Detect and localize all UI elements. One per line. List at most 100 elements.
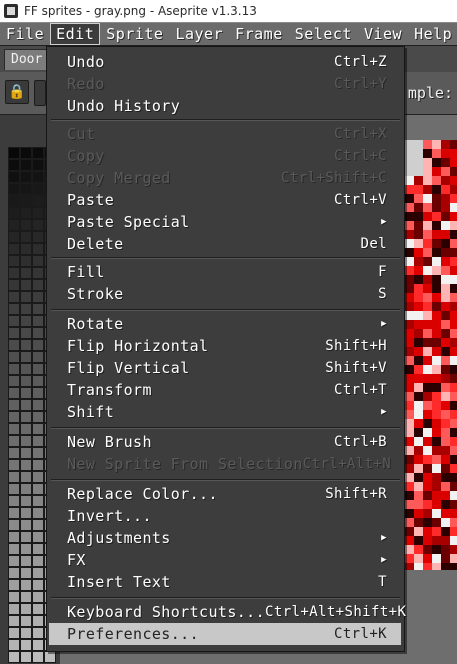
palette-swatch[interactable]: [20, 375, 32, 387]
palette-swatch[interactable]: [20, 495, 32, 507]
palette-swatch[interactable]: [8, 279, 20, 291]
menu-item-shift[interactable]: Shift ▶: [49, 401, 401, 423]
palette-swatch[interactable]: [20, 207, 32, 219]
palette-swatch[interactable]: [8, 483, 20, 495]
palette-swatch[interactable]: [32, 303, 44, 315]
palette-swatch[interactable]: [8, 507, 20, 519]
palette-swatch[interactable]: [8, 171, 20, 183]
palette-swatch[interactable]: [8, 615, 20, 627]
palette-swatch[interactable]: [20, 219, 32, 231]
palette-swatch[interactable]: [8, 195, 20, 207]
palette-swatch[interactable]: [8, 543, 20, 555]
menu-item-copy-merged[interactable]: Copy Merged Ctrl+Shift+C: [49, 167, 401, 189]
menu-item-cut[interactable]: Cut Ctrl+X: [49, 123, 401, 145]
palette-swatch[interactable]: [8, 399, 20, 411]
palette-swatch[interactable]: [20, 267, 32, 279]
palette-swatch[interactable]: [20, 423, 32, 435]
palette-swatch[interactable]: [8, 147, 20, 159]
palette-swatch[interactable]: [8, 207, 20, 219]
palette-swatch[interactable]: [8, 183, 20, 195]
palette-swatch[interactable]: [20, 507, 32, 519]
palette-swatch[interactable]: [32, 495, 44, 507]
menu-edit[interactable]: Edit: [50, 23, 101, 45]
menu-view[interactable]: View: [358, 23, 408, 45]
palette-swatch[interactable]: [32, 483, 44, 495]
palette-swatch[interactable]: [32, 579, 44, 591]
palette-swatch[interactable]: [20, 435, 32, 447]
palette-swatch[interactable]: [32, 423, 44, 435]
menu-item-rotate[interactable]: Rotate ▶: [49, 313, 401, 335]
menu-item-stroke[interactable]: Stroke S: [49, 283, 401, 305]
palette-swatch[interactable]: [32, 507, 44, 519]
palette-swatch[interactable]: [32, 567, 44, 579]
palette-swatch[interactable]: [32, 315, 44, 327]
palette-swatch[interactable]: [20, 651, 32, 663]
menu-item-fill[interactable]: Fill F: [49, 261, 401, 283]
palette-swatch[interactable]: [8, 255, 20, 267]
window-title-bar[interactable]: FF sprites - gray.png - Aseprite v1.3.13: [0, 0, 457, 22]
palette-swatch[interactable]: [8, 411, 20, 423]
palette-swatch[interactable]: [32, 603, 44, 615]
palette-swatch[interactable]: [32, 219, 44, 231]
palette-swatch[interactable]: [20, 399, 32, 411]
palette-swatch[interactable]: [8, 315, 20, 327]
palette-swatch[interactable]: [20, 339, 32, 351]
menu-item-flip-horizontal[interactable]: Flip Horizontal Shift+H: [49, 335, 401, 357]
palette-swatch[interactable]: [20, 555, 32, 567]
palette-swatch[interactable]: [32, 375, 44, 387]
menu-item-adjustments[interactable]: Adjustments ▶: [49, 527, 401, 549]
palette-swatch[interactable]: [8, 651, 20, 663]
palette-swatch[interactable]: [32, 639, 44, 651]
palette-swatch[interactable]: [20, 591, 32, 603]
palette-swatch[interactable]: [8, 351, 20, 363]
palette-swatch[interactable]: [32, 183, 44, 195]
palette-swatch[interactable]: [20, 183, 32, 195]
palette-swatch[interactable]: [8, 423, 20, 435]
palette-swatch[interactable]: [32, 207, 44, 219]
palette-swatch[interactable]: [8, 471, 20, 483]
palette-swatch[interactable]: [20, 195, 32, 207]
palette-swatch[interactable]: [20, 315, 32, 327]
palette-swatch[interactable]: [20, 327, 32, 339]
menu-file[interactable]: File: [0, 23, 50, 45]
palette-swatch[interactable]: [8, 531, 20, 543]
menu-item-fx[interactable]: FX ▶: [49, 549, 401, 571]
palette-swatch[interactable]: [20, 255, 32, 267]
palette-swatch[interactable]: [20, 387, 32, 399]
palette-swatch[interactable]: [20, 351, 32, 363]
menu-frame[interactable]: Frame: [229, 23, 289, 45]
palette-swatch[interactable]: [20, 279, 32, 291]
palette-swatch[interactable]: [32, 435, 44, 447]
palette-swatch[interactable]: [8, 303, 20, 315]
menu-item-copy[interactable]: Copy Ctrl+C: [49, 145, 401, 167]
palette-swatch[interactable]: [20, 231, 32, 243]
palette-swatch[interactable]: [8, 363, 20, 375]
palette-swatch[interactable]: [20, 363, 32, 375]
palette-swatch[interactable]: [20, 627, 32, 639]
palette-swatch[interactable]: [20, 411, 32, 423]
menu-item-replace-color[interactable]: Replace Color... Shift+R: [49, 483, 401, 505]
palette-swatch[interactable]: [32, 231, 44, 243]
palette-swatch[interactable]: [8, 579, 20, 591]
menu-item-preferences[interactable]: Preferences... Ctrl+K: [49, 623, 401, 645]
menu-item-insert-text[interactable]: Insert Text T: [49, 571, 401, 593]
menu-item-undo-history[interactable]: Undo History: [49, 95, 401, 117]
palette-swatch[interactable]: [8, 387, 20, 399]
palette-swatch[interactable]: [32, 171, 44, 183]
palette-swatch[interactable]: [8, 291, 20, 303]
palette-swatch[interactable]: [32, 363, 44, 375]
palette-swatch[interactable]: [8, 447, 20, 459]
palette-swatch[interactable]: [20, 519, 32, 531]
palette-swatch[interactable]: [32, 555, 44, 567]
palette-swatch[interactable]: [20, 543, 32, 555]
palette-swatch[interactable]: [32, 627, 44, 639]
palette-swatch[interactable]: [8, 555, 20, 567]
menu-item-new-brush[interactable]: New Brush Ctrl+B: [49, 431, 401, 453]
palette-swatch[interactable]: [32, 159, 44, 171]
palette-swatch[interactable]: [32, 531, 44, 543]
palette-swatch[interactable]: [8, 267, 20, 279]
palette-swatch[interactable]: [8, 567, 20, 579]
palette-swatch[interactable]: [32, 447, 44, 459]
menu-item-new-sprite-from-selection[interactable]: New Sprite From Selection Ctrl+Alt+N: [49, 453, 401, 475]
context-toggle-button[interactable]: [34, 80, 46, 106]
